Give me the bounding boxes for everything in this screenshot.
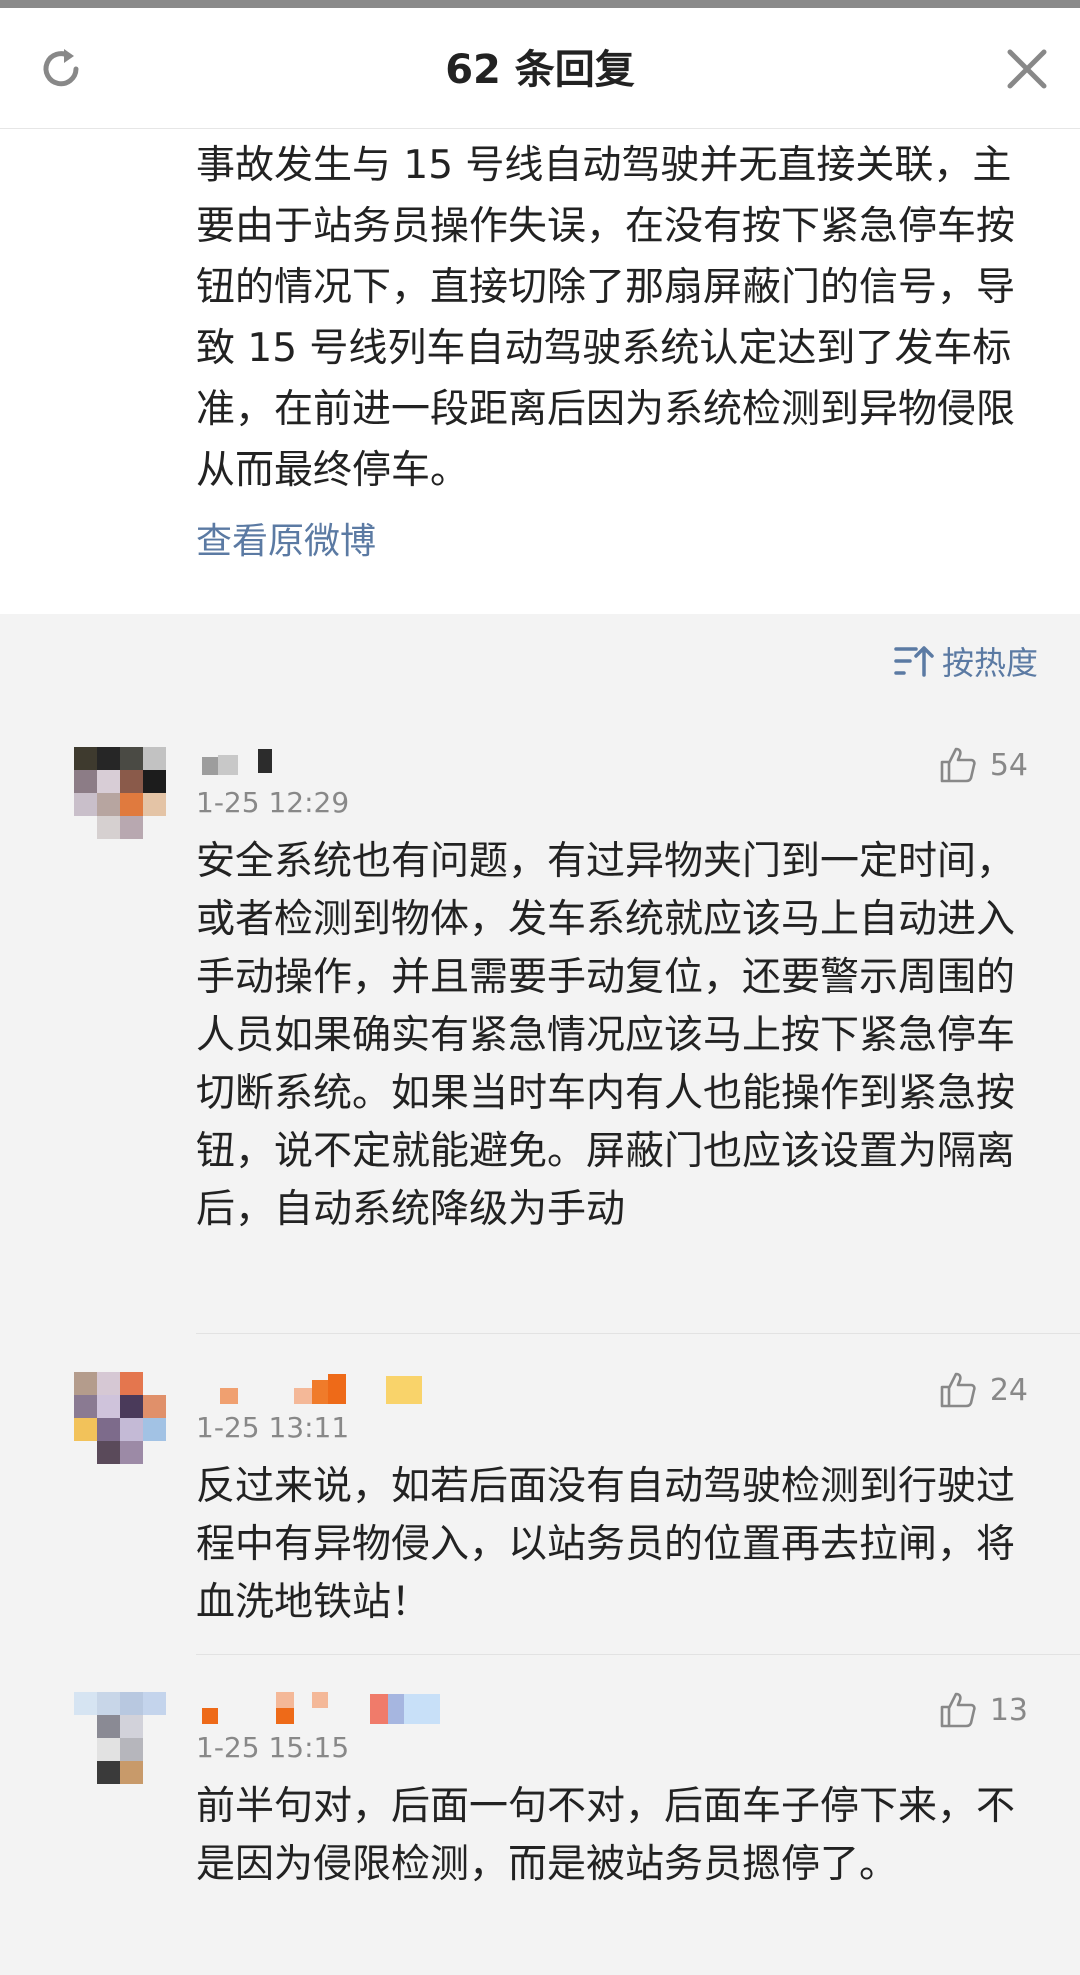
avatar[interactable] [74,747,166,839]
avatar[interactable] [74,1372,166,1464]
like-count: 54 [989,747,1028,783]
comment-time: 1-25 15:15 [196,1731,350,1764]
thumbs-up-icon [940,1372,976,1408]
like-button[interactable]: 13 [938,1690,1028,1730]
close-icon[interactable] [1006,48,1048,90]
sort-button[interactable]: 按热度 [894,638,1038,684]
username-blurred[interactable] [196,1372,426,1408]
like-button[interactable]: 24 [938,1370,1028,1410]
like-button[interactable]: 54 [938,745,1028,785]
comment-text: 安全系统也有问题，有过异物夹门到一定时间，或者检测到物体，发车系统就应该马上自动… [196,839,1016,1232]
original-post: 事故发生与 15 号线自动驾驶并无直接关联，主要由于站务员操作失误，在没有按下紧… [0,129,1080,614]
comment-time: 1-25 13:11 [196,1411,350,1444]
username-blurred[interactable] [196,1692,446,1728]
thumbs-up-icon [940,1692,976,1728]
comment-time: 1-25 12:29 [196,786,350,819]
original-post-text: 事故发生与 15 号线自动驾驶并无直接关联，主要由于站务员操作失误，在没有按下紧… [196,143,1016,493]
page-title: 62 条回复 [445,47,635,93]
divider [196,1333,1080,1334]
status-strip [0,0,1080,8]
top-bar: 62 条回复 [0,0,1080,129]
avatar[interactable] [74,1692,166,1784]
username-blurred[interactable] [196,747,286,783]
comment-text: 前半句对，后面一句不对，后面车子停下来，不是因为侵限检测，而是被站务员摁停了。 [196,1784,1016,1887]
like-count: 13 [989,1692,1028,1728]
like-count: 24 [989,1372,1028,1408]
comment-text: 反过来说，如若后面没有自动驾驶检测到行驶过程中有异物侵入，以站务员的位置再去拉闸… [196,1464,1016,1625]
thumbs-up-icon [940,747,976,783]
sort-icon [894,646,934,677]
sort-label: 按热度 [941,644,1038,682]
divider [196,1654,1080,1655]
view-original-link[interactable]: 查看原微博 [196,517,376,567]
